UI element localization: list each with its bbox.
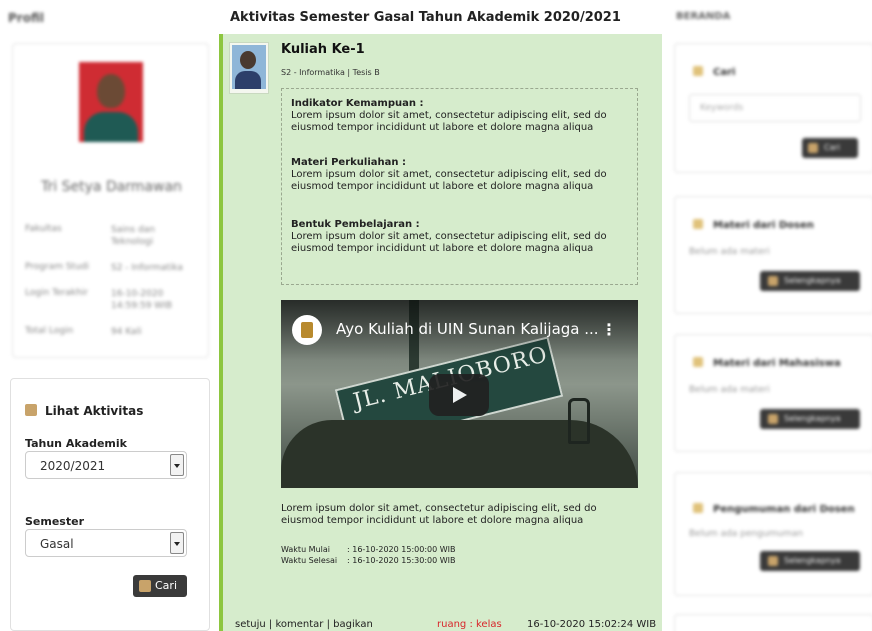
channel-logo-icon[interactable] bbox=[292, 315, 322, 345]
page-title: Aktivitas Semester Gasal Tahun Akademik … bbox=[230, 10, 621, 25]
left-column: Profil Tri Setya Darmawan Fakultas Sains… bbox=[0, 0, 215, 631]
chevron-down-icon[interactable] bbox=[170, 454, 184, 476]
next-card-partial bbox=[674, 614, 872, 631]
profile-panel-title: Profil bbox=[8, 11, 44, 25]
lihat-aktivitas-title: Lihat Aktivitas bbox=[25, 404, 143, 418]
list-icon bbox=[768, 276, 778, 286]
ruang-label: ruang : kelas bbox=[437, 619, 502, 630]
book-icon bbox=[693, 357, 703, 367]
bentuk-text: Lorem ipsum dolor sit amet, consectetur … bbox=[291, 231, 607, 254]
bentuk-block: Bentuk Pembelajaran : Lorem ipsum dolor … bbox=[291, 219, 631, 255]
beranda-title: BERANDA bbox=[676, 11, 731, 22]
profile-card: Tri Setya Darmawan Fakultas Sains dan Te… bbox=[12, 43, 209, 358]
keyword-search-input[interactable]: Keywords bbox=[689, 94, 861, 122]
waktu-mulai: Waktu Mulai: 16-10-2020 15:00:00 WIB bbox=[281, 545, 456, 554]
indikator-label: Indikator Kemampuan : bbox=[291, 98, 424, 109]
materi-dosen-card: Materi dari Dosen Belum ada materi Selen… bbox=[674, 196, 872, 314]
cari-button[interactable]: Cari bbox=[133, 575, 187, 597]
pengumuman-dosen-card: Pengumuman dari Dosen Belum ada pengumum… bbox=[674, 472, 872, 596]
more-menu-icon[interactable]: ⋮ bbox=[601, 320, 617, 339]
pengumuman-dosen-title: Pengumuman dari Dosen bbox=[693, 503, 855, 515]
search-icon bbox=[693, 66, 703, 76]
right-cari-button[interactable]: Cari bbox=[802, 138, 858, 158]
tahun-akademik-select[interactable]: 2020/2021 bbox=[25, 451, 187, 479]
materi-block: Materi Perkuliahan : Lorem ipsum dolor s… bbox=[291, 157, 631, 193]
video-title[interactable]: Ayo Kuliah di UIN Sunan Kalijaga ... bbox=[336, 320, 599, 338]
materi-mahasiswa-more-button[interactable]: Selengkapnya bbox=[760, 409, 860, 429]
cari-card: Cari Keywords Cari bbox=[674, 43, 872, 173]
chevron-down-icon[interactable] bbox=[170, 532, 184, 554]
profile-name: Tri Setya Darmawan bbox=[41, 179, 182, 195]
semester-label: Semester bbox=[25, 515, 84, 528]
semester-select[interactable]: Gasal bbox=[25, 529, 187, 557]
materi-mahasiswa-card: Materi dari Mahasiswa Belum ada materi S… bbox=[674, 334, 872, 452]
search-icon bbox=[808, 143, 818, 153]
activity-card: Kuliah Ke-1 S2 - Informatika | Tesis B I… bbox=[219, 34, 662, 631]
materi-text: Lorem ipsum dolor sit amet, consectetur … bbox=[291, 169, 607, 192]
search-icon bbox=[139, 580, 151, 592]
materi-mahasiswa-note: Belum ada materi bbox=[689, 385, 770, 395]
list-icon bbox=[768, 414, 778, 424]
materi-label: Materi Perkuliahan : bbox=[291, 157, 406, 168]
materi-dosen-more-button[interactable]: Selengkapnya bbox=[760, 271, 860, 291]
cari-card-title: Cari bbox=[693, 66, 735, 78]
calendar-icon bbox=[25, 404, 37, 416]
lecturer-avatar bbox=[229, 42, 269, 94]
page: Profil Tri Setya Darmawan Fakultas Sains… bbox=[0, 0, 872, 631]
pengumuman-dosen-note: Belum ada pengumuman bbox=[689, 529, 803, 539]
lihat-aktivitas-card: Lihat Aktivitas Tahun Akademik 2020/2021… bbox=[10, 378, 210, 631]
lamp-icon bbox=[568, 398, 590, 444]
activity-timestamp: 16-10-2020 15:02:24 WIB bbox=[527, 619, 657, 630]
pengumuman-dosen-more-button[interactable]: Selengkapnya bbox=[760, 551, 860, 571]
right-column: BERANDA Cari Keywords Cari Materi dari D… bbox=[668, 0, 872, 631]
materi-mahasiswa-title: Materi dari Mahasiswa bbox=[693, 357, 841, 369]
materi-dosen-title: Materi dari Dosen bbox=[693, 219, 814, 231]
waktu-selesai: Waktu Selesai: 16-10-2020 15:30:00 WIB bbox=[281, 556, 456, 565]
activity-title[interactable]: Kuliah Ke-1 bbox=[281, 42, 365, 57]
book-icon bbox=[693, 219, 703, 229]
avatar bbox=[79, 62, 143, 142]
activity-subtitle: S2 - Informatika | Tesis B bbox=[281, 68, 380, 77]
activity-details-box: Indikator Kemampuan : Lorem ipsum dolor … bbox=[281, 88, 638, 285]
play-button[interactable] bbox=[429, 374, 489, 416]
materi-dosen-note: Belum ada materi bbox=[689, 247, 770, 257]
video-player[interactable]: JL. MALIOBORO Ayo Kuliah di UIN Sunan Ka… bbox=[281, 300, 638, 488]
indikator-text: Lorem ipsum dolor sit amet, consectetur … bbox=[291, 110, 607, 133]
list-icon bbox=[768, 556, 778, 566]
activity-actions-links[interactable]: setuju | komentar | bagikan bbox=[235, 619, 373, 630]
tahun-akademik-label: Tahun Akademik bbox=[25, 437, 127, 450]
bentuk-label: Bentuk Pembelajaran : bbox=[291, 219, 420, 230]
indikator-block: Indikator Kemampuan : Lorem ipsum dolor … bbox=[291, 98, 631, 134]
activity-description: Lorem ipsum dolor sit amet, consectetur … bbox=[281, 503, 597, 526]
megaphone-icon bbox=[693, 503, 703, 513]
